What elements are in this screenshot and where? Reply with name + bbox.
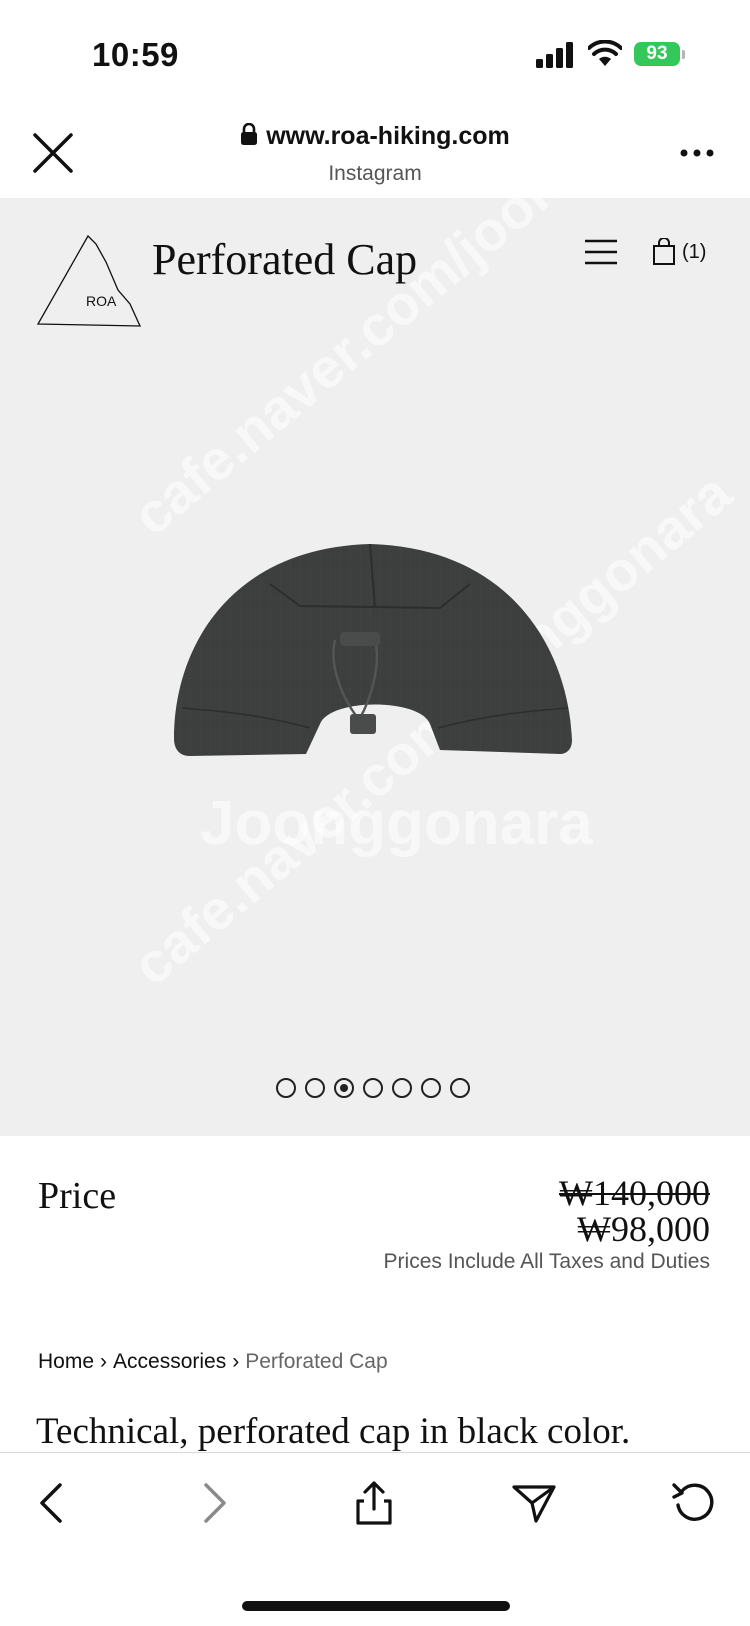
roa-logo[interactable]: ROA [36, 234, 144, 332]
breadcrumb-accessories[interactable]: Accessories [113, 1350, 226, 1373]
back-icon[interactable] [30, 1479, 78, 1527]
price-note: Prices Include All Taxes and Duties [383, 1250, 710, 1273]
carousel-dot[interactable] [276, 1078, 296, 1098]
more-options-icon[interactable] [680, 148, 714, 158]
status-bar: 10:59 93 [0, 0, 750, 100]
url-text: www.roa-hiking.com [266, 122, 510, 150]
in-app-browser-header: www.roa-hiking.com Instagram [0, 100, 750, 198]
share-icon[interactable] [350, 1479, 398, 1527]
price-section: Price ₩140,000 ₩98,000 Prices Include Al… [0, 1136, 750, 1336]
cart-button[interactable]: (1) [652, 236, 736, 268]
carousel-dot[interactable] [392, 1078, 412, 1098]
cellular-signal-icon [536, 42, 573, 68]
product-image-cap[interactable] [170, 528, 580, 768]
sale-price: ₩98,000 [577, 1209, 710, 1249]
lock-icon [241, 123, 258, 146]
hamburger-menu-icon[interactable] [584, 238, 618, 266]
breadcrumb-current: Perforated Cap [245, 1350, 388, 1373]
url-bar[interactable]: www.roa-hiking.com [0, 122, 750, 151]
breadcrumb-home[interactable]: Home [38, 1350, 94, 1373]
carousel-dot-active[interactable] [334, 1078, 354, 1098]
carousel-dot[interactable] [450, 1078, 470, 1098]
carousel-dot[interactable] [421, 1078, 441, 1098]
battery-level: 93 [634, 42, 680, 66]
wifi-icon [588, 40, 622, 66]
reload-icon[interactable] [670, 1479, 718, 1527]
product-description: Technical, perforated cap in black color… [36, 1411, 631, 1452]
browser-toolbar [0, 1452, 750, 1626]
send-icon[interactable] [510, 1479, 558, 1527]
watermark: Joonggonara [200, 789, 593, 858]
status-time: 10:59 [92, 36, 179, 73]
carousel-dot[interactable] [363, 1078, 383, 1098]
logo-text: ROA [86, 293, 117, 309]
forward-icon[interactable] [190, 1479, 238, 1527]
shopping-bag-icon [653, 238, 675, 265]
breadcrumb-separator: › [232, 1350, 240, 1373]
cart-count: (1) [682, 240, 707, 263]
product-title: Perforated Cap [152, 235, 418, 284]
browser-source-label: Instagram [328, 162, 422, 185]
carousel-dot[interactable] [305, 1078, 325, 1098]
price-label: Price [38, 1175, 117, 1217]
home-indicator [242, 1601, 510, 1611]
product-gallery: cafe.naver.com/joonggonara cafe.naver.co… [0, 198, 750, 1136]
breadcrumb-separator: › [100, 1350, 108, 1373]
battery-indicator: 93 [634, 40, 686, 68]
carousel-pagination [276, 1078, 470, 1102]
battery-tip [682, 50, 685, 59]
breadcrumb: Home › Accessories › Perforated Cap [38, 1350, 388, 1374]
